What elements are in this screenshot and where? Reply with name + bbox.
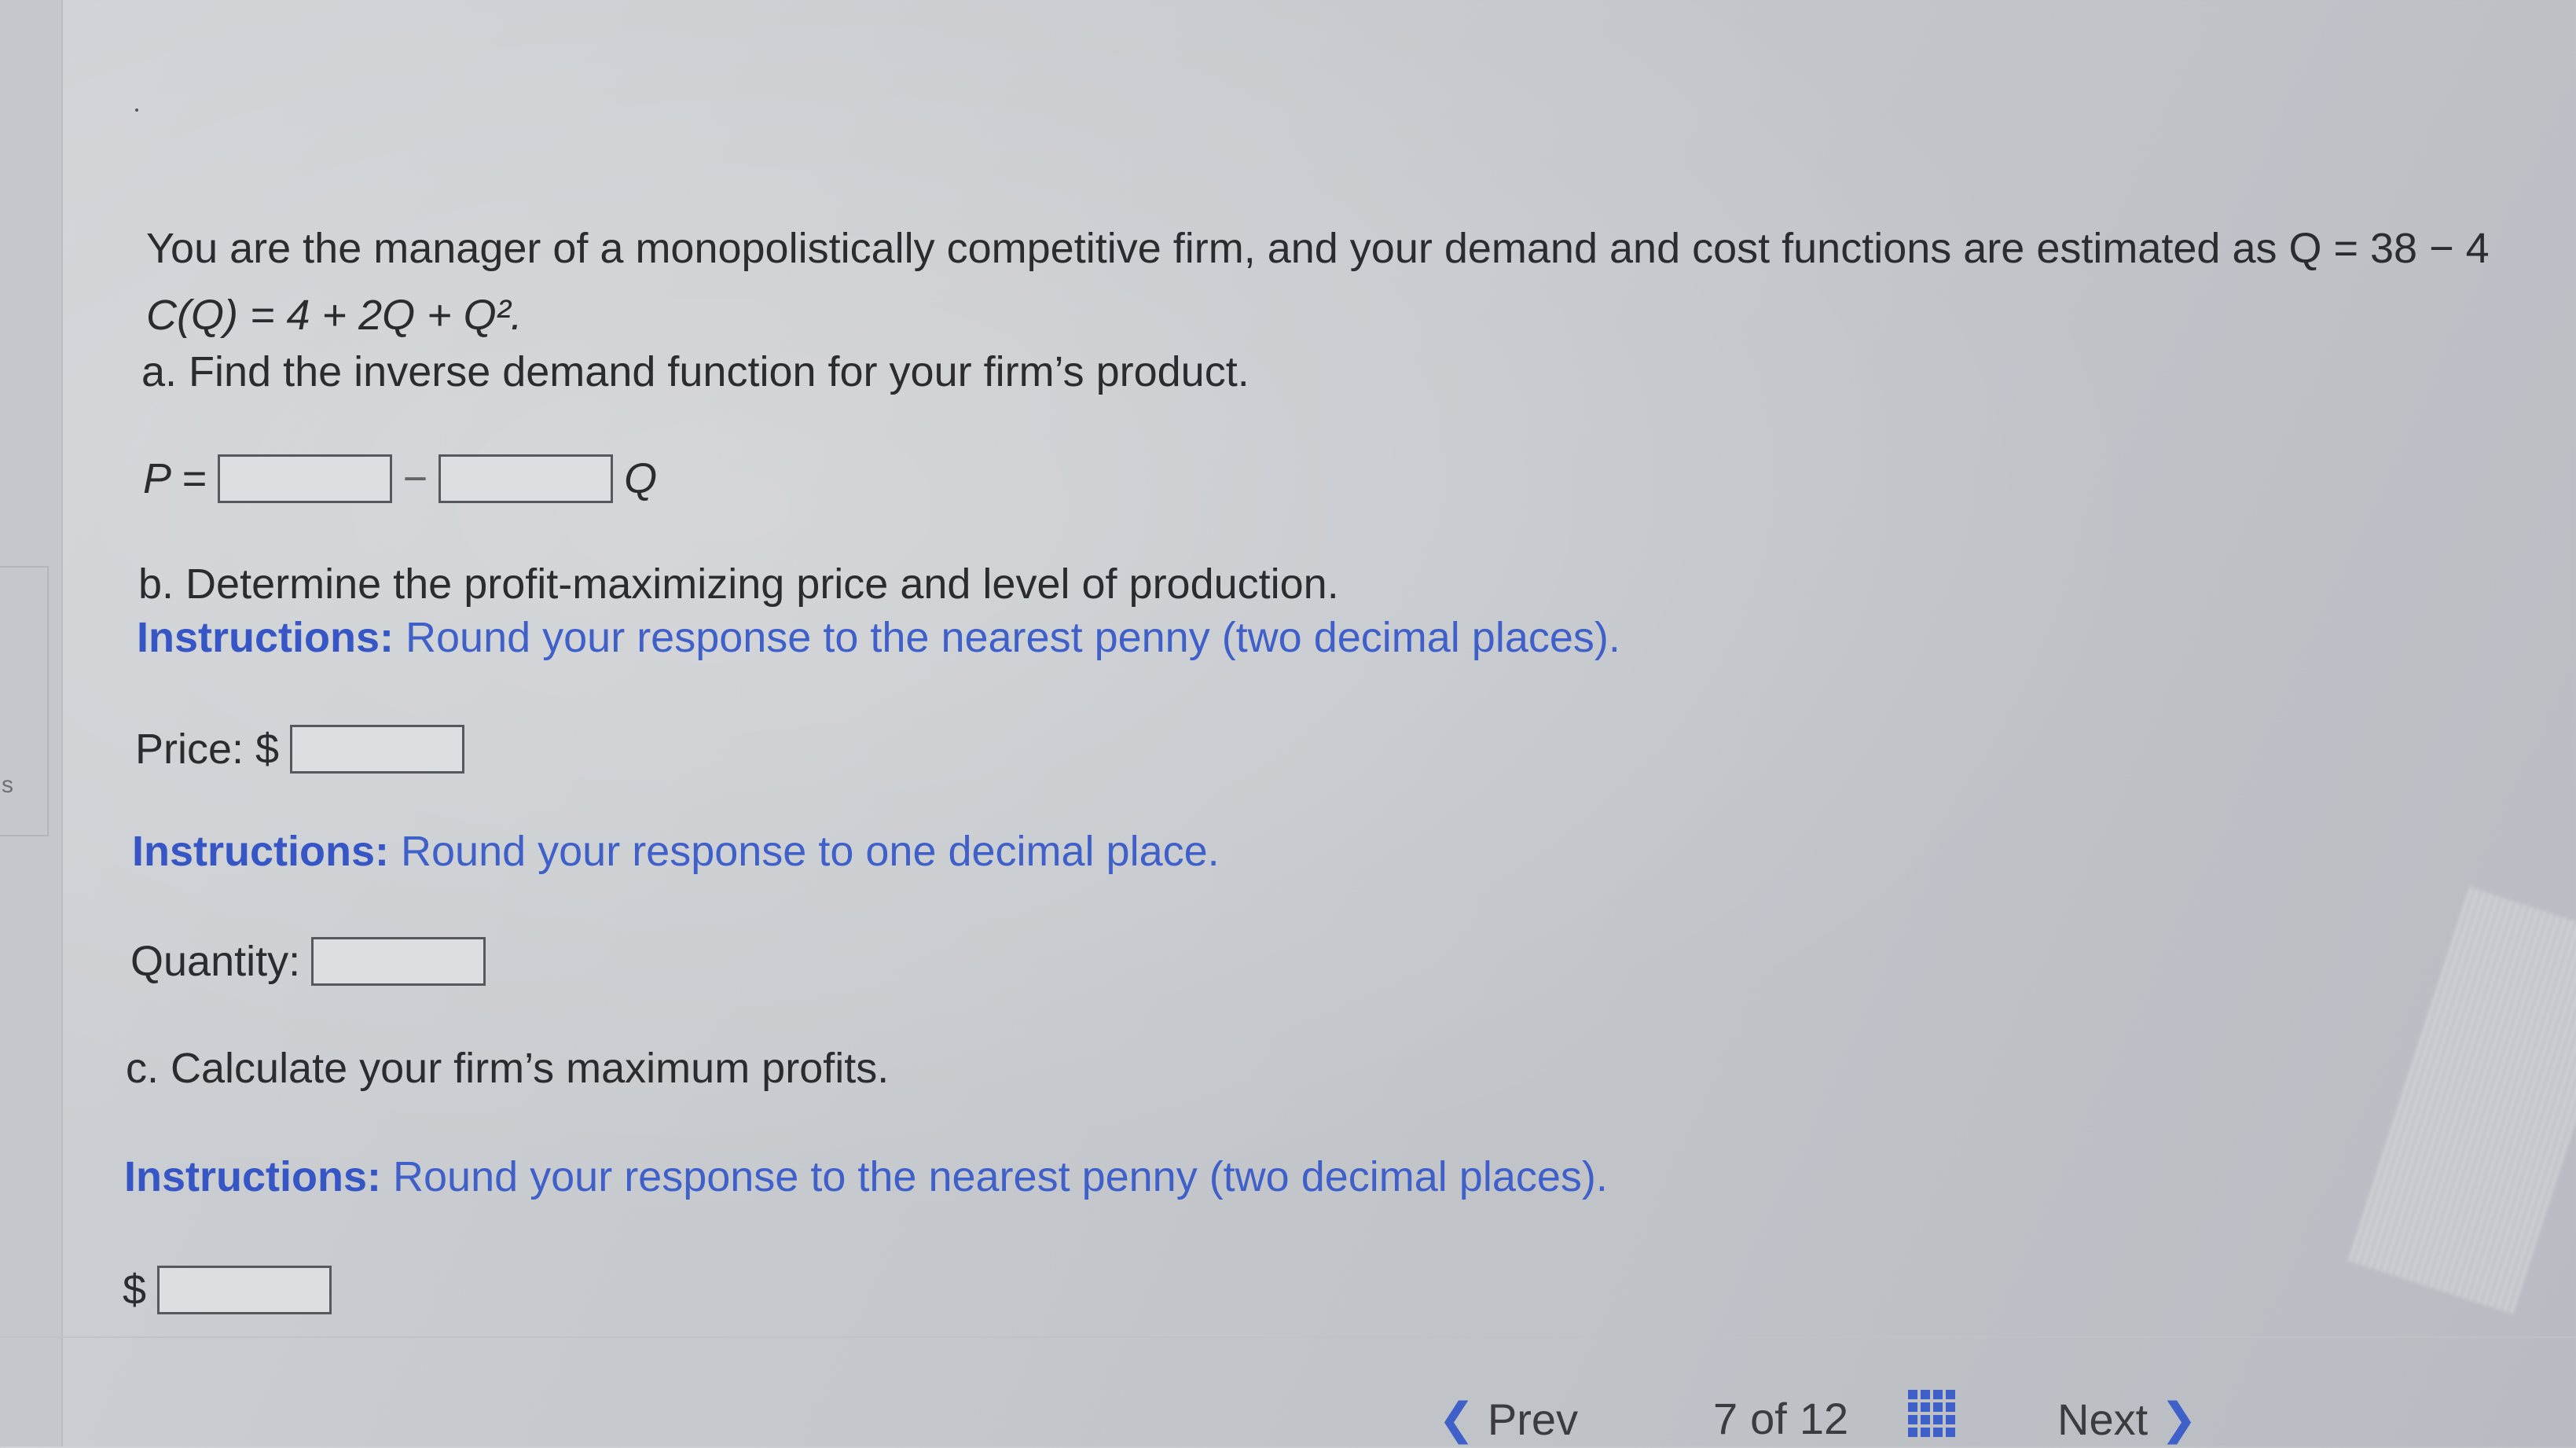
part-b-prompt: b. Determine the profit-maximizing price… bbox=[138, 560, 1339, 608]
light-reflection bbox=[2348, 887, 2576, 1314]
slope-input[interactable] bbox=[439, 454, 614, 503]
price-label: Price: $ bbox=[135, 726, 280, 773]
intercept-input[interactable] bbox=[217, 454, 392, 503]
page-indicator: 7 of 12 bbox=[1713, 1393, 1848, 1444]
price-row: Price: $ bbox=[135, 725, 465, 774]
instructions-lead: Instructions: bbox=[137, 614, 394, 661]
chevron-left-icon: ❮ bbox=[1438, 1394, 1475, 1443]
next-button[interactable]: Next ❯ bbox=[2057, 1393, 2197, 1445]
stray-dot bbox=[135, 108, 138, 112]
part-c-instructions: Instructions: Round your response to the… bbox=[124, 1152, 1608, 1201]
minus-sign: − bbox=[402, 455, 428, 502]
question-intro-line1: You are the manager of a monopolisticall… bbox=[146, 225, 2490, 272]
profit-row: $ bbox=[123, 1266, 332, 1314]
instructions-text: Round your response to one decimal place… bbox=[389, 828, 1220, 875]
q-variable-label: Q bbox=[624, 455, 658, 502]
part-c-prompt: c. Calculate your firm’s maximum profits… bbox=[126, 1045, 890, 1092]
side-panel-letter: s bbox=[2, 772, 13, 798]
instructions-text: Round your response to the nearest penny… bbox=[381, 1153, 1608, 1200]
part-b-instructions: Instructions: Round your response to the… bbox=[137, 613, 1620, 662]
prev-button[interactable]: ❮ Prev bbox=[1438, 1393, 1578, 1445]
quantity-input[interactable] bbox=[311, 937, 486, 986]
screen-glare bbox=[0, 0, 2576, 1446]
profit-input[interactable] bbox=[157, 1266, 332, 1314]
grid-icon bbox=[1908, 1390, 1955, 1437]
quantity-label: Quantity: bbox=[130, 938, 301, 985]
p-equals-label: P = bbox=[143, 455, 207, 502]
inverse-demand-row: P = − Q bbox=[143, 454, 657, 503]
question-grid-button[interactable] bbox=[1908, 1390, 1955, 1437]
instructions-lead: Instructions: bbox=[124, 1153, 382, 1200]
instructions-text: Round your response to the nearest penny… bbox=[394, 614, 1620, 661]
chevron-right-icon: ❯ bbox=[2160, 1394, 2198, 1443]
left-side-panel: s bbox=[0, 0, 63, 1446]
prev-label: Prev bbox=[1487, 1394, 1579, 1444]
profit-dollar-label: $ bbox=[123, 1266, 147, 1314]
quantity-instructions: Instructions: Round your response to one… bbox=[132, 827, 1220, 876]
cost-function: C(Q) = 4 + 2Q + Q². bbox=[146, 292, 523, 339]
page-current: 7 bbox=[1713, 1394, 1738, 1443]
page-total: 12 bbox=[1799, 1394, 1849, 1443]
instructions-lead: Instructions: bbox=[132, 828, 390, 875]
next-label: Next bbox=[2057, 1394, 2149, 1444]
page-of: of bbox=[1750, 1394, 1787, 1443]
quantity-row: Quantity: bbox=[130, 937, 486, 986]
price-input[interactable] bbox=[290, 725, 465, 774]
part-a-prompt: a. Find the inverse demand function for … bbox=[141, 348, 1249, 395]
